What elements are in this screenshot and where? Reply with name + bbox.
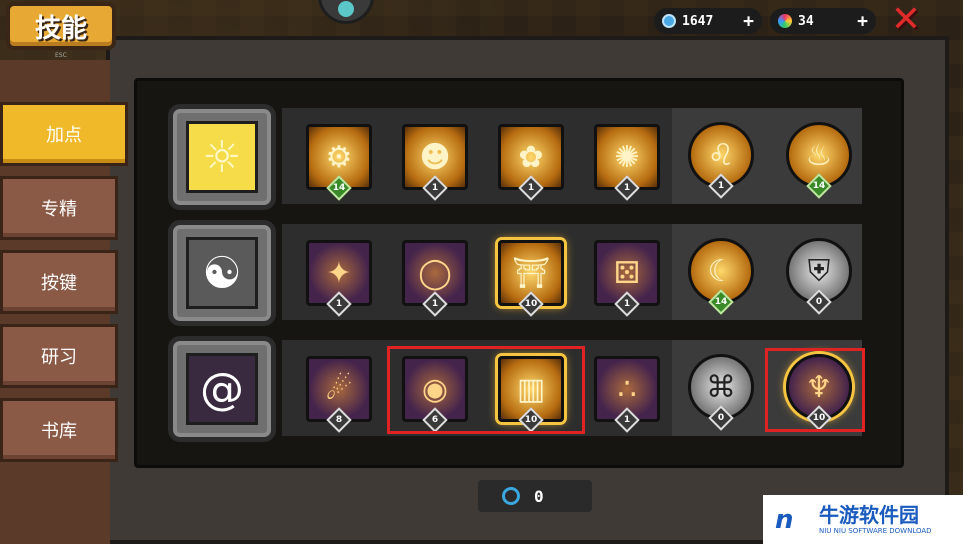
tab-label: 专精 <box>41 199 77 220</box>
tab-add-points[interactable]: 加点 <box>0 102 128 166</box>
ring-icon: ◯ <box>418 255 452 291</box>
add-gems-button[interactable]: + <box>743 11 754 32</box>
watermark-cn: 牛游软件园 <box>819 502 919 527</box>
orbs-icon: ∴ <box>617 371 637 407</box>
moon-icon: ☾ <box>707 253 735 289</box>
gears-icon: ⚙ <box>325 139 353 175</box>
skill-points: 0 <box>478 480 592 512</box>
skill-shield-rune[interactable]: ⛨ 0 <box>786 238 852 315</box>
gems-value: 1647 <box>682 13 714 29</box>
rune-circle-icon: ⌘ <box>706 369 736 405</box>
crystals-value: 34 <box>798 13 814 29</box>
comet-icon: ☄ <box>325 371 353 407</box>
skill-flame[interactable]: ♨ 14 <box>786 122 852 199</box>
watermark-logo-icon: n <box>775 504 794 535</box>
tab-label: 按键 <box>41 273 77 294</box>
shield-rune-icon: ⛨ <box>807 253 831 289</box>
page-title: 技能 <box>6 2 116 50</box>
close-button[interactable]: ✕ <box>886 2 926 38</box>
highlight-box <box>765 348 865 432</box>
tab-library[interactable]: 书库 <box>0 398 118 462</box>
golem-icon: ☻ <box>419 139 451 175</box>
skill-flower[interactable]: ✿ 1 <box>498 124 564 201</box>
tab-specialization[interactable]: 专精 <box>0 176 118 240</box>
skill-gears[interactable]: ⚙ 14 <box>306 124 372 201</box>
element-dark[interactable]: ☯ <box>168 220 276 326</box>
esc-hint: ESC <box>55 52 67 59</box>
skill-rune-circle[interactable]: ⌘ 0 <box>688 354 754 431</box>
spiral-icon: @ <box>186 353 258 425</box>
skill-points-value: 0 <box>534 486 544 506</box>
skill-dice[interactable]: ⚄ 1 <box>594 240 660 317</box>
crystals-counter: 34 + <box>770 8 876 34</box>
lion-icon: ♌ <box>707 137 735 173</box>
skill-point-icon <box>502 487 520 505</box>
skill-ring[interactable]: ◯ 1 <box>402 240 468 317</box>
yin-yang-icon: ☯ <box>186 237 258 309</box>
skill-comet[interactable]: ☄ 8 <box>306 356 372 433</box>
sigil-icon: ✺ <box>614 139 640 175</box>
skill-moon[interactable]: ☾ 14 <box>688 238 754 315</box>
highlight-box <box>387 346 585 434</box>
sun-icon: ☼ <box>186 121 258 193</box>
element-light[interactable]: ☼ <box>168 104 276 210</box>
skill-orbs[interactable]: ∴ 1 <box>594 356 660 433</box>
tab-keybinds[interactable]: 按键 <box>0 250 118 314</box>
gem-icon <box>662 14 676 28</box>
altar-icon: ⛩ <box>511 255 551 291</box>
watermark: n 牛游软件园 NIU NIU SOFTWARE DOWNLOAD <box>763 495 963 544</box>
flower-icon: ✿ <box>518 139 544 175</box>
flame-icon: ♨ <box>805 137 833 173</box>
crystal-icon <box>778 14 792 28</box>
skill-sigil[interactable]: ✺ 1 <box>594 124 660 201</box>
tab-label: 书库 <box>41 421 77 442</box>
add-crystals-button[interactable]: + <box>857 11 868 32</box>
skill-golem[interactable]: ☻ 1 <box>402 124 468 201</box>
element-void[interactable]: @ <box>168 336 276 442</box>
skill-lion[interactable]: ♌ 1 <box>688 122 754 199</box>
star-blade-icon: ✦ <box>326 255 352 291</box>
gems-counter: 1647 + <box>654 8 762 34</box>
skill-star-blade[interactable]: ✦ 1 <box>306 240 372 317</box>
tab-label: 研习 <box>41 347 77 368</box>
tab-label: 加点 <box>46 125 82 146</box>
dice-icon: ⚄ <box>613 255 641 291</box>
skill-altar[interactable]: ⛩ 10 <box>498 240 564 317</box>
watermark-en: NIU NIU SOFTWARE DOWNLOAD <box>819 526 932 535</box>
tab-study[interactable]: 研习 <box>0 324 118 388</box>
